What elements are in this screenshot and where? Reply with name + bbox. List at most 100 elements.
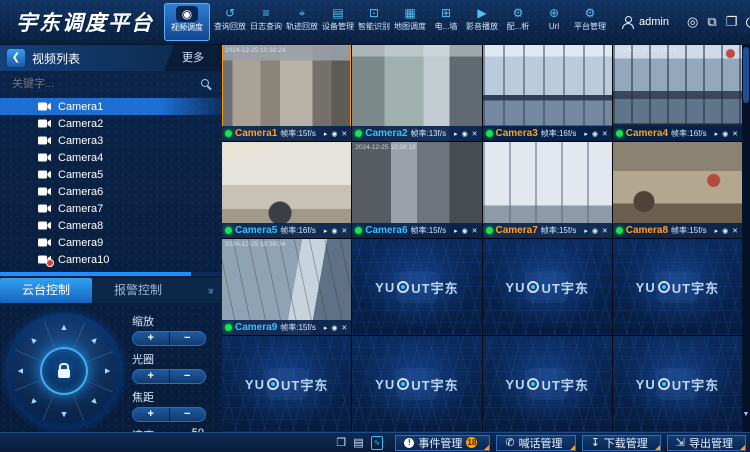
config-analysis-icon: ⚙ (500, 5, 536, 22)
tile-control-icons[interactable]: ▸ ◉ ✕ (454, 227, 478, 235)
nav-config-analysis[interactable]: ⚙ 配...析 (500, 0, 536, 32)
video-tile-camera1[interactable]: 2024-12-25 10:38:24 Camera1 帧率:15f/s ▸ ◉… (222, 45, 351, 141)
camera-list-item[interactable]: Camera6 (0, 183, 222, 200)
ptz-lock-button[interactable] (40, 347, 88, 395)
nav-label: 查询回放 (214, 22, 246, 31)
camera-list-item-offline[interactable]: Camera10 (0, 251, 222, 268)
nav-label: 影音播放 (466, 22, 498, 31)
brand-aperture-icon (397, 281, 409, 293)
monitor-health-icon[interactable]: ∿ (371, 436, 384, 450)
frame-rate: 帧率:15f/s (541, 225, 577, 236)
iris-plus-button[interactable]: + (133, 370, 170, 383)
tile-control-icons[interactable]: ▸ ◉ ✕ (584, 227, 608, 235)
empty-video-tile[interactable]: YUUT宇东 (613, 239, 742, 335)
focus-label: 焦距 (132, 389, 216, 405)
export-management-button[interactable]: ⇲ 导出管理 (667, 435, 746, 451)
window-cascade-icon[interactable]: ❐ (726, 14, 738, 30)
scroll-down-icon[interactable]: ▼ (742, 411, 750, 418)
nav-ai-recognition[interactable]: ⊡ 智能识别 (356, 0, 392, 32)
zoom-minus-button[interactable]: − (170, 332, 206, 345)
tile-control-icons[interactable]: ▸ ◉ ✕ (324, 324, 348, 332)
ptz-right-arrow[interactable]: ▲ (103, 367, 113, 376)
collapse-panel-icon[interactable]: « (205, 287, 217, 293)
search-icon[interactable] (201, 79, 212, 90)
focus-minus-button[interactable]: − (170, 408, 206, 421)
settings-icon[interactable]: ◎ (687, 14, 698, 30)
user-menu[interactable]: admin (622, 16, 669, 29)
empty-video-tile[interactable]: YUUT宇东 (483, 336, 612, 432)
empty-video-tile[interactable]: YUUT宇东 (352, 239, 481, 335)
nav-log-query[interactable]: ≡ 日志查询 (248, 0, 284, 32)
nav-label: 电...墙 (435, 22, 458, 31)
tile-control-icons[interactable]: ▸ ◉ ✕ (454, 130, 478, 138)
iris-minus-button[interactable]: − (170, 370, 206, 383)
empty-video-tile[interactable]: YUUT宇东 (222, 336, 351, 432)
grid-scrollbar[interactable]: ▼ (742, 45, 750, 432)
video-tile-camera4[interactable]: 2024-12-25 10:38:21 Camera4 帧率:16f/s ▸ ◉… (613, 45, 742, 141)
zoom-label: 缩放 (132, 313, 216, 329)
window-restore-icon[interactable]: ⧉ (707, 14, 716, 30)
video-tile-camera9[interactable]: 2024-12-25 10:38:04 Camera9 帧率:15f/s ▸ ◉… (222, 239, 351, 335)
empty-video-tile[interactable]: YUUT宇东 (352, 336, 481, 432)
tile-control-icons[interactable]: ▸ ◉ ✕ (715, 130, 739, 138)
camera-list-item[interactable]: Camera5 (0, 166, 222, 183)
tile-control-icons[interactable]: ▸ ◉ ✕ (715, 227, 739, 235)
zoom-plus-button[interactable]: + (133, 332, 170, 345)
nav-query-playback[interactable]: ↺ 查询回放 (212, 0, 248, 32)
camera-list-scrollbar[interactable] (0, 272, 222, 276)
nav-media-playback[interactable]: ▶ 影音播放 (464, 0, 500, 32)
video-tile-camera2[interactable]: Camera2 帧率:13f/s ▸ ◉ ✕ (352, 45, 481, 141)
ptz-up-arrow[interactable]: ▲ (60, 322, 69, 332)
video-tile-camera7[interactable]: Camera7 帧率:15f/s ▸ ◉ ✕ (483, 142, 612, 238)
nav-platform-management[interactable]: ⚙ 平台管理 (572, 0, 608, 32)
device-management-icon: ▤ (320, 5, 356, 22)
nav-map-dispatch[interactable]: ▦ 地图调度 (392, 0, 428, 32)
columns-layout-icon[interactable]: ▤ (353, 437, 363, 449)
camera-list-item[interactable]: Camera8 (0, 217, 222, 234)
tab-alarm-control[interactable]: 报警控制 (92, 278, 184, 303)
camera-name: Camera6 (58, 186, 103, 198)
top-bar: 宇东调度平台 ◉ 视频调度 ↺ 查询回放 ≡ 日志查询 ⌖ 轨迹回放 ▤ 设备管… (0, 0, 750, 45)
nav-device-management[interactable]: ▤ 设备管理 (320, 0, 356, 32)
grid-scrollbar-thumb[interactable] (743, 47, 749, 103)
camera-name: Camera1 (58, 101, 103, 113)
nav-url[interactable]: ⊕ Url (536, 0, 572, 32)
back-chevron-icon[interactable]: ❮ (7, 49, 25, 67)
nav-track-playback[interactable]: ⌖ 轨迹回放 (284, 0, 320, 32)
tile-control-icons[interactable]: ▸ ◉ ✕ (324, 130, 348, 138)
focus-plus-button[interactable]: + (133, 408, 170, 421)
camera-list-item[interactable]: Camera1 (0, 98, 222, 115)
empty-video-tile[interactable]: YUUT宇东 (613, 336, 742, 432)
camera-list-item[interactable]: Camera7 (0, 200, 222, 217)
camera-list-item[interactable]: Camera9 (0, 234, 222, 251)
video-tile-camera8[interactable]: Camera8 帧率:15f/s ▸ ◉ ✕ (613, 142, 742, 238)
shout-management-button[interactable]: ✆ 喊话管理 (496, 435, 575, 451)
tab-ptz-control[interactable]: 云台控制 (0, 278, 92, 303)
scrollbar-thumb[interactable] (0, 272, 191, 276)
video-tile-camera5[interactable]: 1296*28 406Kb/s 8768*8 .8W/s Camera5 帧率:… (222, 142, 351, 238)
nav-tv-wall[interactable]: ⊞ 电...墙 (428, 0, 464, 32)
event-management-button[interactable]: ! 事件管理 18 (395, 435, 490, 451)
frame-rate: 帧率:16f/s (671, 128, 707, 139)
keyword-search-input[interactable] (10, 77, 201, 91)
tile-control-icons[interactable]: ▸ ◉ ✕ (324, 227, 348, 235)
tile-control-icons[interactable]: ▸ ◉ ✕ (584, 130, 608, 138)
fullscreen-icon[interactable]: ❒ (336, 437, 346, 449)
nav-video-dispatch[interactable]: ◉ 视频调度 (164, 3, 210, 41)
camera-icon (38, 102, 51, 111)
camera-list-item[interactable]: Camera3 (0, 132, 222, 149)
empty-video-tile[interactable]: YUUT宇东 (483, 239, 612, 335)
more-button[interactable]: 更多 (164, 45, 222, 71)
ptz-left-arrow[interactable]: ▲ (15, 367, 25, 376)
tile-camera-name: Camera7 (496, 225, 538, 236)
ptz-down-arrow[interactable]: ▲ (60, 410, 69, 420)
camera-list-item[interactable]: Camera2 (0, 115, 222, 132)
online-dot (486, 227, 493, 234)
nav-label: 日志查询 (250, 22, 282, 31)
video-tile-camera3[interactable]: Camera3 帧率:16f/s ▸ ◉ ✕ (483, 45, 612, 141)
platform-management-icon: ⚙ (572, 5, 608, 22)
camera-list-item[interactable]: Camera4 (0, 149, 222, 166)
power-icon[interactable] (746, 17, 750, 28)
video-tile-camera6[interactable]: 2024-12-25 10:38:19 Camera6 帧率:15f/s ▸ ◉… (352, 142, 481, 238)
download-management-button[interactable]: ↧ 下载管理 (582, 435, 661, 451)
